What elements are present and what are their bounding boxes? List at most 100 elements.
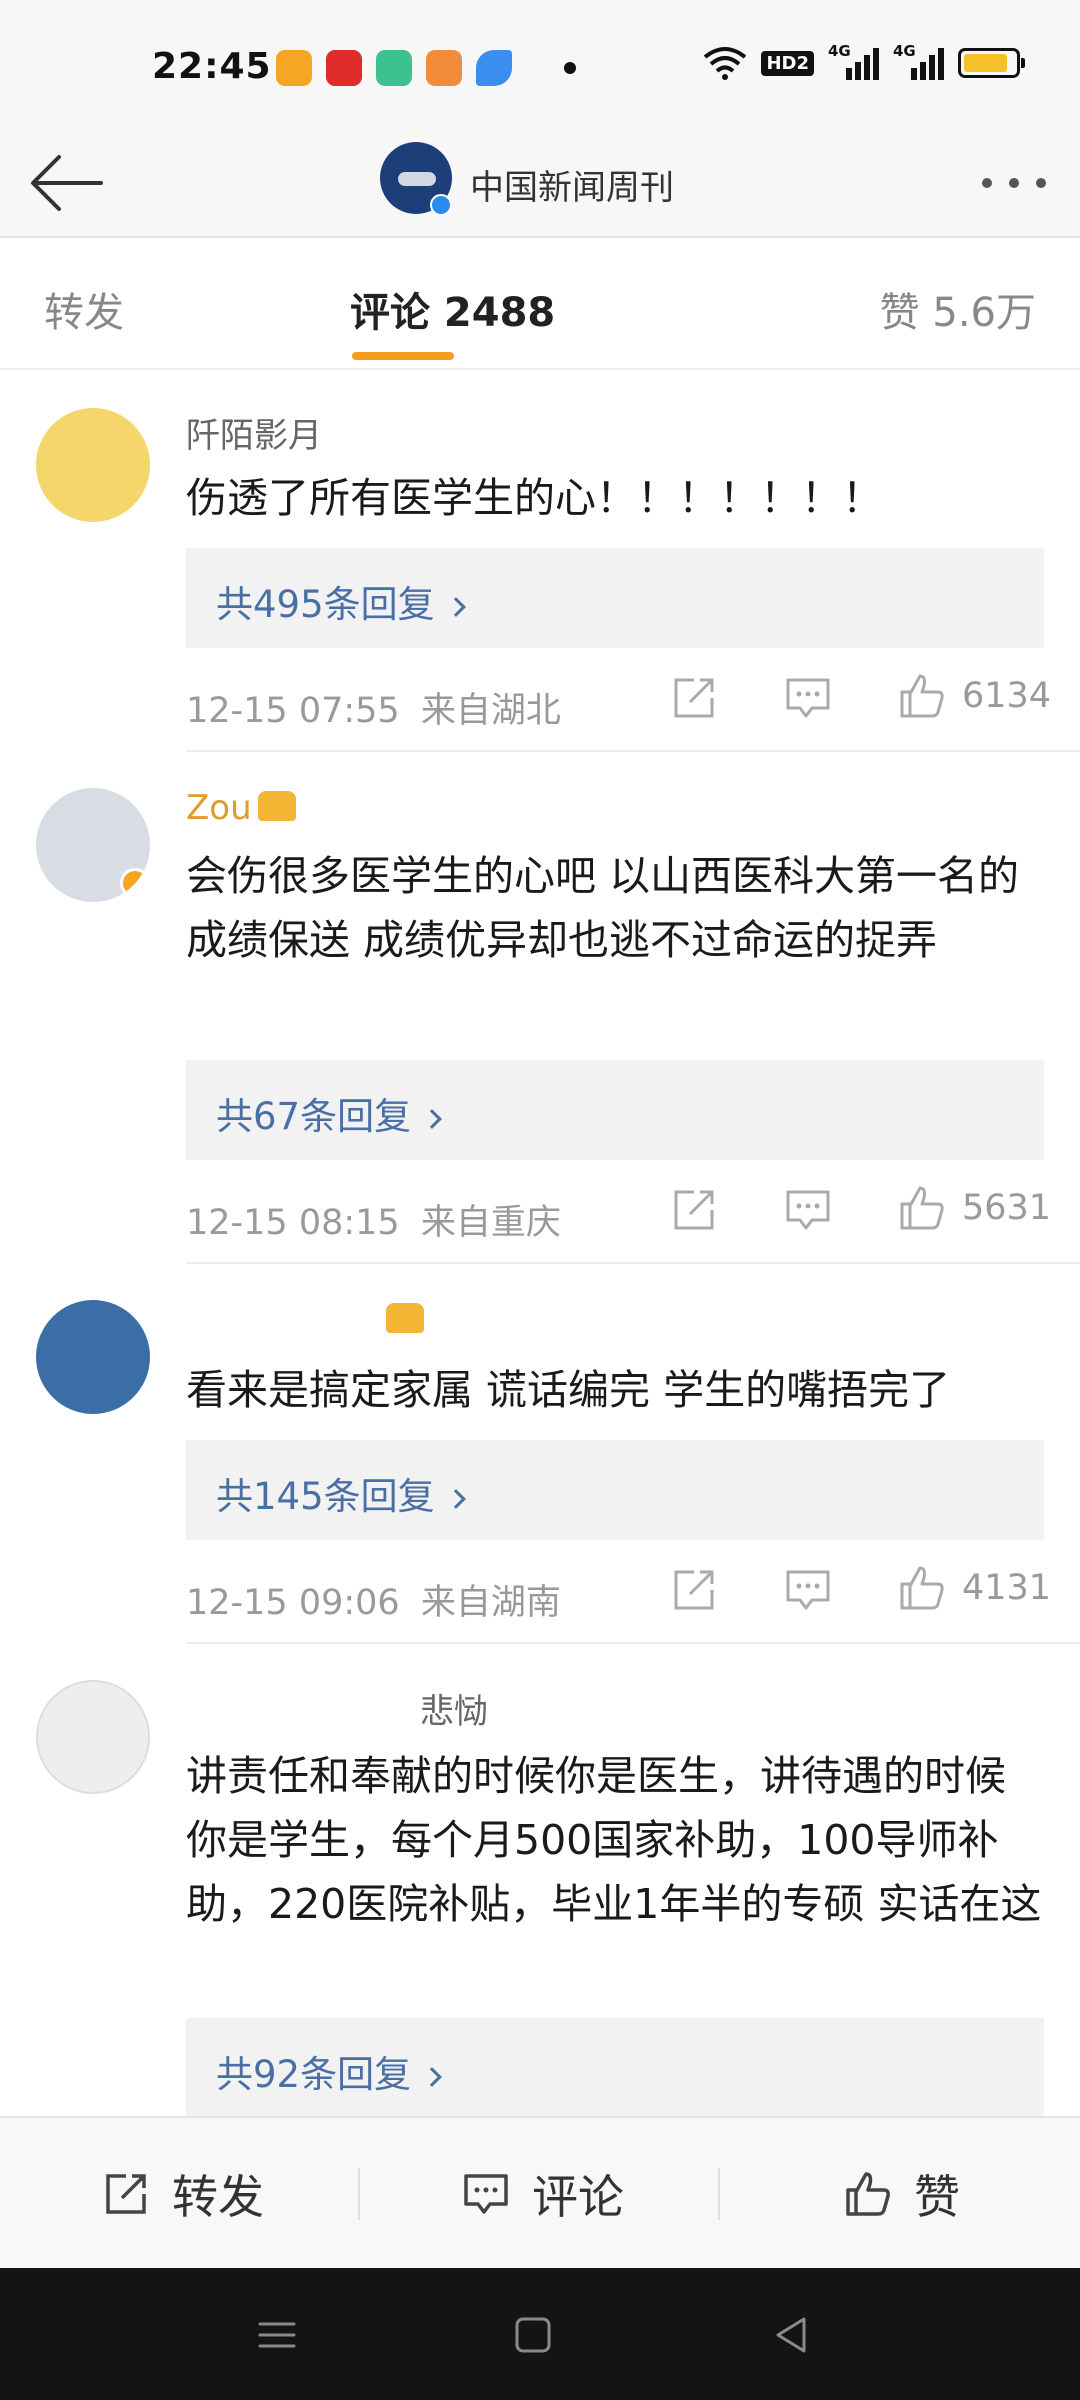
like-button[interactable]: 4131 (896, 1562, 1051, 1614)
comment-username[interactable]: Zou (186, 788, 296, 828)
reply-count-link: 共67条回复 (216, 1086, 442, 1140)
comment-username[interactable]: 阡陌影月 (186, 408, 322, 457)
reply-comment-icon[interactable] (782, 1564, 834, 1616)
signal-1-icon: 4G (828, 42, 879, 80)
reader-app-icon (426, 50, 462, 86)
hd-voice-badge: HD2 (761, 50, 814, 76)
tab-like[interactable]: 赞 5.6万 (880, 280, 1036, 338)
comment-icon (464, 2174, 508, 2214)
reply-count-link: 共495条回复 (216, 574, 466, 628)
comment-meta: 12-15 08:15 来自重庆 (186, 1194, 561, 1245)
reply-count-link: 共145条回复 (216, 1466, 466, 1520)
like-count: 6134 (962, 676, 1052, 716)
tab-comment[interactable]: 评论 2488 (350, 280, 555, 338)
comment-text: 会伤很多医学生的心吧 以山西医科大第一名的成绩保送 成绩优异却也逃不过命运的捉弄 (186, 852, 1020, 964)
battery-icon (958, 48, 1025, 78)
nav-bar: 中国新闻周刊 (0, 130, 1080, 238)
chevron-right-icon (422, 1109, 442, 1129)
share-icon (106, 2174, 146, 2214)
signal-1-label: 4G (828, 42, 851, 60)
comment-text: 伤透了所有医学生的心！！！！！！！ (186, 474, 883, 522)
chevron-right-icon (445, 597, 466, 617)
like-button[interactable]: 赞 (842, 2118, 960, 2270)
more-notifications-dot-icon (564, 62, 576, 74)
reply-summary[interactable]: 共495条回复 (186, 548, 1044, 648)
thumbs-up-icon (900, 674, 944, 718)
reply-summary[interactable]: 共92条回复 (186, 2018, 1044, 2116)
verified-badge-icon (120, 868, 150, 898)
avatar[interactable] (36, 1300, 150, 1414)
system-navigation-bar (0, 2268, 1080, 2400)
more-dots-icon (982, 178, 992, 188)
back-button[interactable] (24, 140, 110, 226)
back-arrow-icon (31, 155, 103, 211)
thumbs-up-icon (900, 1186, 944, 1230)
comment-item: 阡陌影月 伤透了所有医学生的心！！！！！！！ 共495条回复 12-15 07:… (0, 372, 1080, 752)
bottom-action-bar: 转发 评论 赞 (0, 2116, 1080, 2268)
weibo-app-icon (276, 50, 312, 86)
share-icon[interactable] (668, 1564, 720, 1616)
avatar[interactable] (36, 408, 150, 522)
comment-time: 12-15 08:15 (186, 1203, 400, 1243)
comment-username[interactable] (186, 1300, 424, 1340)
status-time: 22:45 (152, 46, 272, 87)
thumbs-up-icon (846, 2172, 890, 2216)
reply-comment-icon[interactable] (782, 1184, 834, 1236)
reply-count-link: 共92条回复 (216, 2044, 442, 2098)
comment-location: 来自湖南 (420, 1583, 561, 1623)
status-bar: 22:45 HD2 4G 4G (0, 0, 1080, 130)
tab-bar: 转发 评论 2488 赞 5.6万 (0, 240, 1080, 370)
comment-location: 来自重庆 (420, 1203, 561, 1243)
vip-level-badge-icon (257, 790, 296, 821)
signal-2-icon: 4G (893, 42, 944, 80)
system-icons: HD2 4G 4G (703, 42, 1025, 80)
thumbs-up-icon (900, 1566, 944, 1610)
comment-text: 看来是搞定家属 谎话编完 学生的嘴捂完了 (186, 1366, 951, 1414)
chevron-right-icon (422, 2067, 442, 2087)
comment-item: Zou 会伤很多医学生的心吧 以山西医科大第一名的成绩保送 成绩优异却也逃不过命… (0, 752, 1080, 1264)
signal-2-label: 4G (893, 42, 916, 60)
comment-text: 讲责任和奉献的时候你是医生，讲待遇的时候你是学生，每个月500国家补助，100导… (186, 1752, 1042, 1928)
repost-label: 转发 (172, 2170, 264, 2224)
comment-time: 12-15 09:06 (186, 1583, 400, 1623)
avatar[interactable] (36, 1680, 150, 1794)
tab-repost[interactable]: 转发 (44, 280, 124, 338)
comment-item: 悲恸 讲责任和奉献的时候你是医生，讲待遇的时候你是学生，每个月500国家补助，1… (0, 1644, 1080, 2116)
like-count: 5631 (962, 1188, 1052, 1228)
blue-app-icon (476, 50, 512, 86)
menu-lines-icon[interactable] (252, 2310, 302, 2360)
repost-button[interactable]: 转发 (100, 2118, 264, 2270)
reply-comment-icon[interactable] (782, 672, 834, 724)
like-label: 赞 (914, 2170, 960, 2224)
home-square-icon[interactable] (508, 2310, 558, 2360)
comment-time: 12-15 07:55 (186, 691, 400, 731)
like-button[interactable]: 6134 (896, 670, 1051, 722)
more-button[interactable] (974, 158, 1054, 208)
green-app-icon (376, 50, 412, 86)
reply-summary[interactable]: 共145条回复 (186, 1440, 1044, 1540)
reply-summary[interactable]: 共67条回复 (186, 1060, 1044, 1160)
vip-level-badge-icon (386, 1302, 424, 1333)
battery-fill (964, 54, 1007, 72)
avatar[interactable] (36, 788, 150, 902)
divider (358, 2168, 360, 2220)
divider (718, 2168, 720, 2220)
netease-music-app-icon (326, 50, 362, 86)
tab-active-indicator (352, 352, 454, 360)
comment-button[interactable]: 评论 (460, 2118, 624, 2270)
share-icon[interactable] (668, 1184, 720, 1236)
comment-meta: 12-15 09:06 来自湖南 (186, 1574, 561, 1625)
notification-icons (276, 50, 576, 86)
share-icon[interactable] (668, 672, 720, 724)
back-triangle-icon[interactable] (766, 2310, 816, 2360)
chevron-right-icon (445, 1489, 466, 1509)
comment-item: 看来是搞定家属 谎话编完 学生的嘴捂完了 共145条回复 12-15 09:06… (0, 1264, 1080, 1644)
page-title[interactable]: 中国新闻周刊 (470, 160, 740, 209)
comment-meta: 12-15 07:55 来自湖北 (186, 682, 561, 733)
comment-location: 来自湖北 (420, 691, 561, 731)
like-button[interactable]: 5631 (896, 1182, 1051, 1234)
wifi-icon (704, 47, 747, 80)
comment-label: 评论 (532, 2170, 624, 2224)
verified-badge-icon (430, 194, 452, 216)
comment-username[interactable]: 悲恸 (420, 1684, 488, 1733)
